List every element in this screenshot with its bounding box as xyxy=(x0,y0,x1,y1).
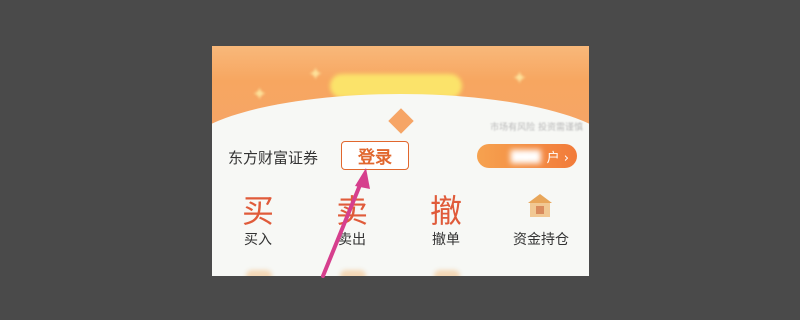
annotation-arrow xyxy=(321,168,370,278)
